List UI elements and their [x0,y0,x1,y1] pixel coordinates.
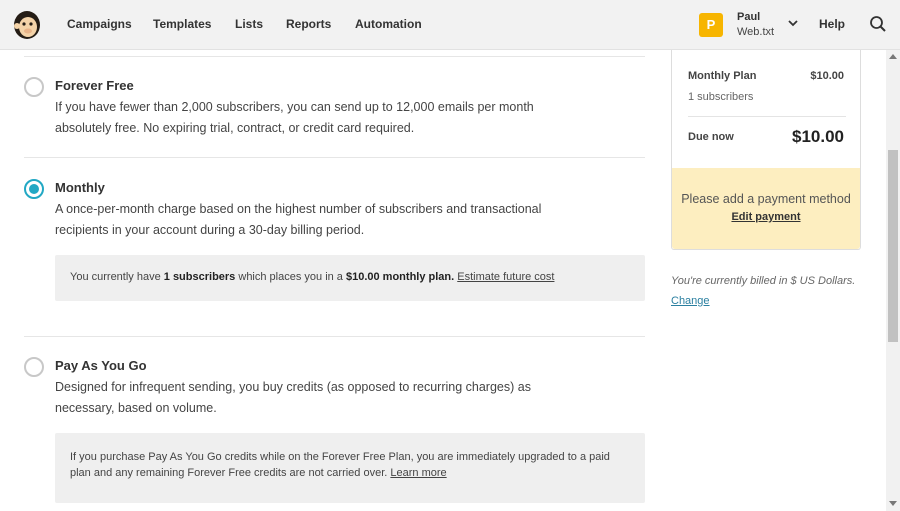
account-name[interactable]: Web.txt [737,26,774,38]
change-currency-link[interactable]: Change [671,295,710,307]
plan-divider [24,336,645,337]
currency-note: You're currently billed in $ US Dollars. [671,275,856,287]
info-middle: which places you in a [235,271,346,283]
user-name[interactable]: Paul [737,11,760,23]
nav-automation[interactable]: Automation [355,17,422,31]
scroll-down-arrow-icon[interactable] [889,501,897,506]
order-summary: Monthly Plan $10.00 1 subscribers Due no… [671,50,861,250]
plan-title-monthly: Monthly [55,180,105,195]
top-nav: Campaigns Templates Lists Reports Automa… [0,0,900,50]
summary-subscribers: 1 subscribers [688,91,754,103]
nav-lists[interactable]: Lists [235,17,263,31]
plan-desc-pay-as-you-go: Designed for infrequent sending, you buy… [55,380,531,415]
summary-plan-amount: $10.00 [810,70,844,82]
due-now-label: Due now [688,131,734,143]
nav-help[interactable]: Help [819,17,845,31]
radio-monthly[interactable] [24,179,44,199]
subscriber-count: 1 subscribers [163,271,236,283]
info-prefix: You currently have [70,271,164,283]
monthly-info-box: You currently have 1 subscribers which p… [55,255,645,301]
payment-notice: Please add a payment method Edit payment [672,168,860,249]
scroll-up-arrow-icon[interactable] [889,54,897,59]
plan-desc-forever-free: If you have fewer than 2,000 subscribers… [55,100,534,135]
radio-forever-free[interactable] [24,77,44,97]
payment-message: Please add a payment method [681,192,851,206]
payg-info-box: If you purchase Pay As You Go credits wh… [55,433,645,503]
estimate-cost-link[interactable]: Estimate future cost [457,271,554,283]
due-now-amount: $10.00 [792,127,844,146]
monthly-plan-amount: $10.00 monthly plan. [345,271,455,283]
radio-pay-as-you-go[interactable] [24,357,44,377]
scrollbar[interactable] [886,50,900,511]
plan-title-pay-as-you-go: Pay As You Go [55,358,147,373]
scroll-thumb[interactable] [888,150,898,342]
search-icon[interactable] [869,15,887,33]
summary-plan-label: Monthly Plan [688,70,757,82]
plan-divider [24,157,645,158]
payg-info-text: If you purchase Pay As You Go credits wh… [70,451,610,479]
plan-title-forever-free: Forever Free [55,78,134,93]
edit-payment-link[interactable]: Edit payment [731,211,800,223]
plan-desc-monthly: A once-per-month charge based on the hig… [55,202,542,237]
app-window: Campaigns Templates Lists Reports Automa… [0,0,900,511]
nav-templates[interactable]: Templates [153,17,211,31]
nav-reports[interactable]: Reports [286,17,331,31]
summary-divider [688,116,846,117]
avatar[interactable]: P [699,13,723,37]
learn-more-link[interactable]: Learn more [390,467,446,479]
chevron-down-icon[interactable] [786,16,800,30]
nav-campaigns[interactable]: Campaigns [67,17,132,31]
mailchimp-logo[interactable] [12,9,42,41]
plan-divider [24,56,645,57]
